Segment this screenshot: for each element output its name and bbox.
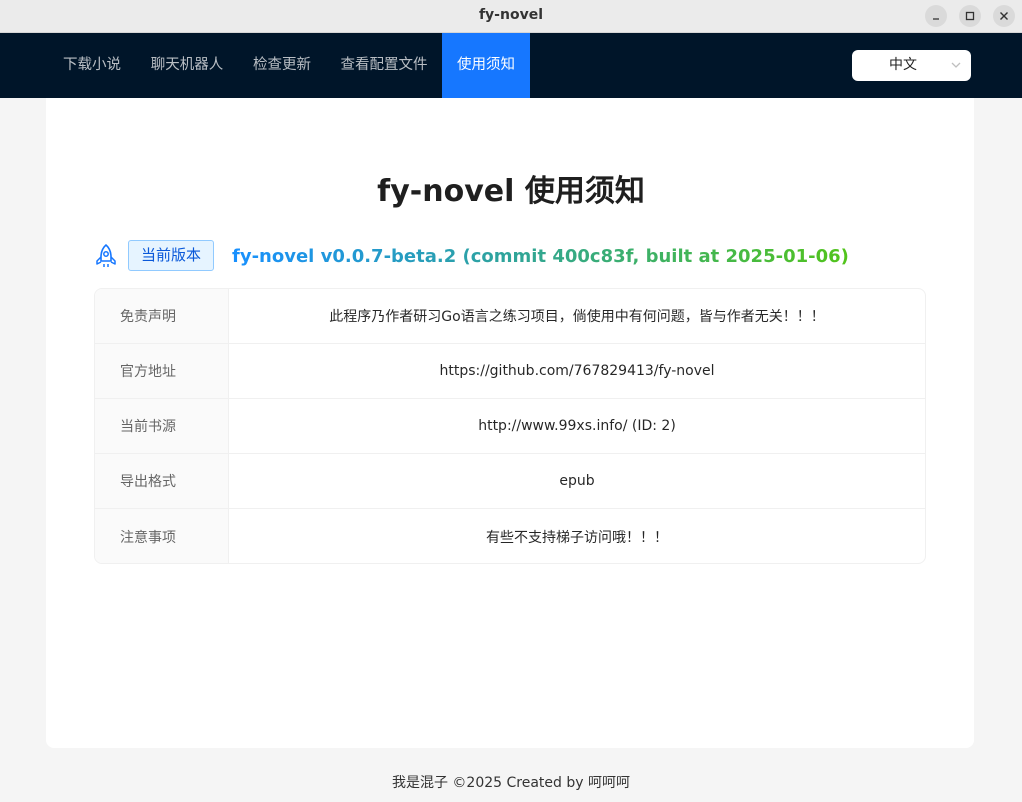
row-value: epub bbox=[559, 473, 595, 489]
window-titlebar: fy-novel bbox=[0, 0, 1022, 33]
info-table: 免责声明 此程序乃作者研习Go语言之练习项目，倘使用中有何问题，皆与作者无关！！… bbox=[94, 288, 926, 564]
row-value: 有些不支持梯子访问哦！！！ bbox=[486, 529, 668, 546]
nav-item-view-config[interactable]: 查看配置文件 bbox=[326, 33, 442, 98]
row-label: 免责声明 bbox=[95, 289, 229, 343]
minimize-icon bbox=[933, 18, 939, 20]
top-navbar: 下载小说 聊天机器人 检查更新 查看配置文件 使用须知 中文 bbox=[0, 33, 1022, 98]
table-row-disclaimer: 免责声明 此程序乃作者研习Go语言之练习项目，倘使用中有何问题，皆与作者无关！！… bbox=[95, 289, 925, 344]
close-icon bbox=[1000, 12, 1008, 20]
row-label: 注意事项 bbox=[95, 509, 229, 563]
row-value: 此程序乃作者研习Go语言之练习项目，倘使用中有何问题，皆与作者无关！！！ bbox=[329, 309, 825, 325]
chevron-down-icon bbox=[951, 62, 961, 68]
table-row-book-source: 当前书源 http://www.99xs.info/ (ID: 2) bbox=[95, 399, 925, 454]
close-button[interactable] bbox=[993, 5, 1015, 27]
row-value: https://github.com/767829413/fy-novel bbox=[439, 363, 715, 379]
minimize-button[interactable] bbox=[925, 5, 947, 27]
language-select[interactable]: 中文 bbox=[852, 50, 971, 81]
row-label: 官方地址 bbox=[95, 344, 229, 398]
maximize-button[interactable] bbox=[959, 5, 981, 27]
nav-item-chatbot[interactable]: 聊天机器人 bbox=[136, 33, 238, 98]
maximize-icon bbox=[965, 11, 975, 21]
nav-item-download-novel[interactable]: 下载小说 bbox=[48, 33, 136, 98]
current-version-tag: 当前版本 bbox=[128, 240, 214, 271]
window-title: fy-novel bbox=[478, 7, 544, 23]
row-value: http://www.99xs.info/ (ID: 2) bbox=[478, 418, 676, 434]
row-label: 导出格式 bbox=[95, 454, 229, 508]
table-row-export-format: 导出格式 epub bbox=[95, 454, 925, 509]
rocket-icon bbox=[96, 244, 116, 267]
table-row-notes: 注意事项 有些不支持梯子访问哦！！！ bbox=[95, 509, 925, 563]
row-label: 当前书源 bbox=[95, 399, 229, 453]
nav-item-usage-notes[interactable]: 使用须知 bbox=[442, 33, 530, 98]
version-string: fy-novel v0.0.7-beta.2 (commit 400c83f, … bbox=[232, 243, 849, 271]
table-row-official-url: 官方地址 https://github.com/767829413/fy-nov… bbox=[95, 344, 925, 399]
footer-text: 我是混子 ©2025 Created by 呵呵呵 bbox=[391, 775, 630, 791]
page-title: fy-novel 使用须知 bbox=[377, 174, 645, 209]
nav-item-check-update[interactable]: 检查更新 bbox=[238, 33, 326, 98]
language-select-value: 中文 bbox=[889, 57, 917, 73]
scrollbar[interactable] bbox=[1016, 98, 1022, 802]
